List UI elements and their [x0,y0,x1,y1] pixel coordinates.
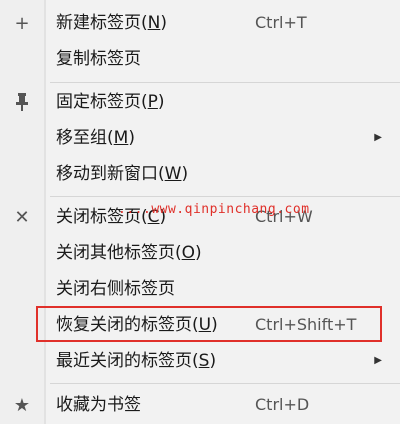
menu-item-move-to-new-window[interactable]: 移动到新窗口(W) [0,155,400,193]
menu-item-label: 最近关闭的标签页(S) [56,351,217,371]
menu-item-label: 复制标签页 [56,49,141,69]
submenu-arrow-icon: ▶ [374,132,382,143]
pin-icon [0,83,44,121]
menu-item-bookmark-tab[interactable]: ★ 收藏为书签 Ctrl+D [0,386,400,424]
menu-item-shortcut: Ctrl+D [255,395,310,414]
watermark-text: ....www.qinpinchang.com [118,202,310,217]
menu-item-pin-tab[interactable]: 固定标签页(P) [0,83,400,121]
menu-item-label: 新建标签页(N) [56,13,167,33]
menu-item-new-tab[interactable]: + 新建标签页(N) Ctrl+T [0,4,400,42]
close-icon: ✕ [14,206,30,228]
menu-item-label: 关闭其他标签页(O) [56,243,202,263]
menu-item-recently-closed-tabs[interactable]: 最近关闭的标签页(S) ▶ [0,342,400,380]
menu-separator [50,383,400,384]
menu-item-label: 固定标签页(P) [56,92,165,112]
menu-item-label: 收藏为书签 [56,395,141,415]
star-icon: ★ [13,394,31,416]
menu-item-label: 关闭右侧标签页 [56,279,175,299]
tab-context-menu: + 新建标签页(N) Ctrl+T 复制标签页 固定标签页(P) 移至组(M) … [0,0,400,424]
menu-item-close-other-tabs[interactable]: 关闭其他标签页(O) [0,234,400,272]
menu-item-label: 移至组(M) [56,128,135,148]
menu-item-move-to-group[interactable]: 移至组(M) ▶ [0,119,400,157]
menu-item-label: 移动到新窗口(W) [56,164,189,184]
highlight-annotation-box [36,306,382,342]
submenu-arrow-icon: ▶ [374,355,382,366]
menu-item-shortcut: Ctrl+T [255,13,307,32]
menu-separator [50,196,400,197]
menu-item-duplicate-tab[interactable]: 复制标签页 [0,40,400,78]
menu-item-close-right-tabs[interactable]: 关闭右侧标签页 [0,270,400,308]
plus-icon: + [14,12,30,34]
